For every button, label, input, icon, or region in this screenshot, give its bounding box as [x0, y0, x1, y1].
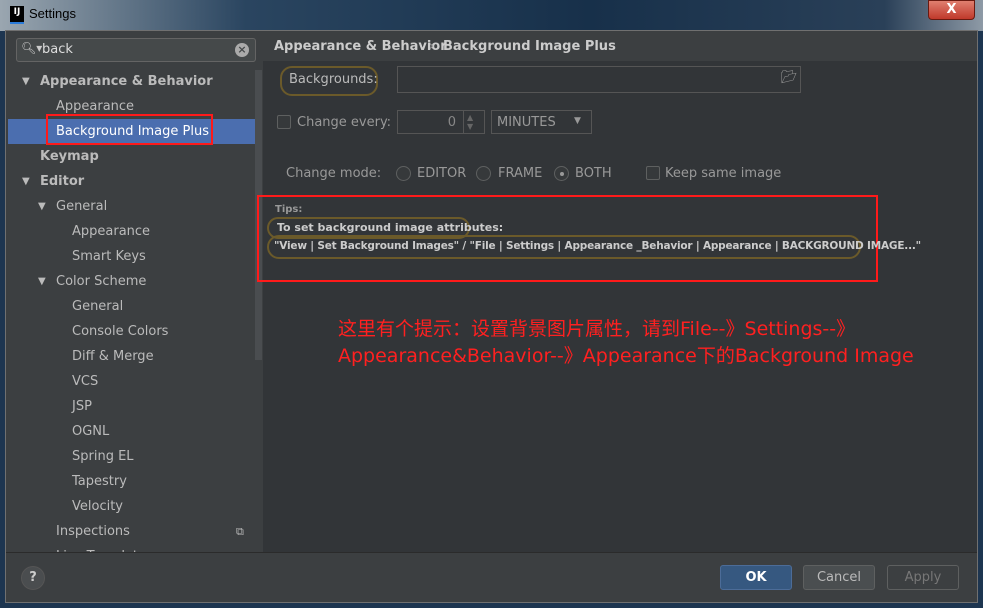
tree-item-general[interactable]: ▼ General	[8, 194, 262, 219]
selected-item-annotation-box	[46, 114, 213, 145]
stepper-value: 0	[447, 115, 456, 130]
tree-item-console-colors[interactable]: Console Colors	[8, 319, 262, 344]
mode-editor-label: EDITOR	[417, 166, 467, 181]
backgrounds-label: Backgrounds:	[289, 72, 378, 87]
tree-item-label: Spring EL	[72, 449, 134, 464]
change-every-stepper[interactable]: 0 ▲ ▼	[397, 110, 485, 134]
tree-item-editor[interactable]: ▼ Editor	[8, 169, 262, 194]
breadcrumb-separator: ›	[429, 39, 435, 54]
settings-tree: ▼ Appearance & Behavior Appearance Backgrou…	[8, 31, 262, 552]
keep-same-image-checkbox[interactable]	[646, 166, 660, 180]
tree-item-label: Editor	[40, 174, 85, 189]
chevron-down-icon: ▼	[574, 116, 581, 126]
tree-item-inspections[interactable]: Inspections ⧉	[8, 519, 262, 544]
title-bar	[0, 0, 983, 31]
mode-frame-radio[interactable]	[476, 166, 491, 181]
tree-item-label: Inspections	[56, 524, 130, 539]
main-panel	[263, 31, 977, 552]
keep-same-image-label: Keep same image	[665, 166, 782, 181]
tree-item-label: Diff & Merge	[72, 349, 154, 364]
mode-both-radio[interactable]	[554, 166, 569, 181]
tree-item-label: OGNL	[72, 424, 110, 439]
expand-arrow-icon[interactable]: ▼	[22, 69, 30, 94]
change-every-label: Change every:	[297, 115, 392, 130]
tree-item-label: Keymap	[40, 149, 99, 164]
search-value: back	[42, 42, 73, 57]
tree-item-velocity[interactable]: Velocity	[8, 494, 262, 519]
tree-item-label: General	[72, 299, 124, 314]
app-icon: IJ	[10, 6, 24, 24]
unit-dropdown[interactable]: MINUTES ▼	[491, 110, 592, 134]
search-input[interactable]: 🔍︎▾ back ×	[16, 38, 256, 62]
mode-editor-radio[interactable]	[396, 166, 411, 181]
tree-item-label: Color Scheme	[56, 274, 147, 289]
expand-arrow-icon[interactable]: ▼	[38, 194, 46, 219]
mode-both-label: BOTH	[575, 166, 612, 181]
ok-button[interactable]: OK	[720, 565, 792, 590]
expand-arrow-icon[interactable]: ▼	[38, 269, 46, 294]
tree-item-label: VCS	[72, 374, 99, 389]
backgrounds-field[interactable]: 📂︎	[397, 66, 801, 93]
change-every-checkbox[interactable]	[277, 115, 291, 129]
apply-button[interactable]: Apply	[887, 565, 959, 590]
tree-item-label: General	[56, 199, 108, 214]
tree-item-spring-el[interactable]: Spring EL	[8, 444, 262, 469]
mode-frame-label: FRAME	[498, 166, 543, 181]
tree-item-label: Appearance	[72, 224, 151, 239]
tree-item-vcs[interactable]: VCS	[8, 369, 262, 394]
unit-value: MINUTES	[497, 115, 556, 130]
tree-item-tapestry[interactable]: Tapestry	[8, 469, 262, 494]
close-button[interactable]: X	[928, 0, 975, 20]
tree-item-smart-keys[interactable]: Smart Keys	[8, 244, 262, 269]
tree-item-live-templates[interactable]: Live Templates	[8, 544, 262, 552]
tree-item-ognl[interactable]: OGNL	[8, 419, 262, 444]
tree-item-label: Console Colors	[72, 324, 169, 339]
clear-search-icon[interactable]: ×	[235, 43, 249, 57]
tree-item-appearance[interactable]: Appearance	[8, 219, 262, 244]
window-title: Settings	[29, 6, 76, 21]
cancel-button[interactable]: Cancel	[803, 565, 875, 590]
tips-heading: To set background image attributes:	[277, 221, 504, 234]
change-mode-label: Change mode:	[286, 166, 382, 181]
breadcrumb-current: Background Image Plus	[443, 39, 616, 54]
tree-item-diff-merge[interactable]: Diff & Merge	[8, 344, 262, 369]
tree-item-keymap[interactable]: Keymap	[8, 144, 262, 169]
footer: ? OK Cancel Apply	[6, 552, 977, 602]
help-button[interactable]: ?	[21, 566, 45, 590]
copy-icon: ⧉	[236, 525, 244, 538]
search-icon: 🔍︎▾	[21, 41, 43, 55]
tree-item-label: JSP	[72, 399, 92, 414]
tree-item-color-scheme[interactable]: ▼ Color Scheme	[8, 269, 262, 294]
annotation-line-2: Appearance&Behavior--》Appearance下的Backgr…	[338, 345, 914, 367]
breadcrumb-parent[interactable]: Appearance & Behavior	[274, 39, 447, 54]
tree-item-label: Velocity	[72, 499, 123, 514]
tree-item-label: Smart Keys	[72, 249, 146, 264]
breadcrumb: Appearance & Behavior › Background Image…	[263, 31, 977, 61]
expand-arrow-icon[interactable]: ▼	[22, 169, 30, 194]
folder-icon[interactable]: 📂︎	[781, 70, 798, 85]
tree-item-label: Live Templates	[56, 544, 153, 552]
stepper-arrows-icon[interactable]: ▲ ▼	[467, 113, 473, 131]
tree-item-label: Appearance & Behavior	[40, 74, 213, 89]
tree-item-general[interactable]: General	[8, 294, 262, 319]
annotation-line-1: 这里有个提示：设置背景图片属性，请到File--》Settings--》	[338, 318, 856, 340]
tree-item-jsp[interactable]: JSP	[8, 394, 262, 419]
tips-title: Tips:	[275, 204, 303, 215]
tree-item-appearance-behavior[interactable]: ▼ Appearance & Behavior	[8, 69, 262, 94]
tips-text: "View | Set Background Images" / "File |…	[274, 240, 921, 252]
tree-item-label: Tapestry	[72, 474, 127, 489]
